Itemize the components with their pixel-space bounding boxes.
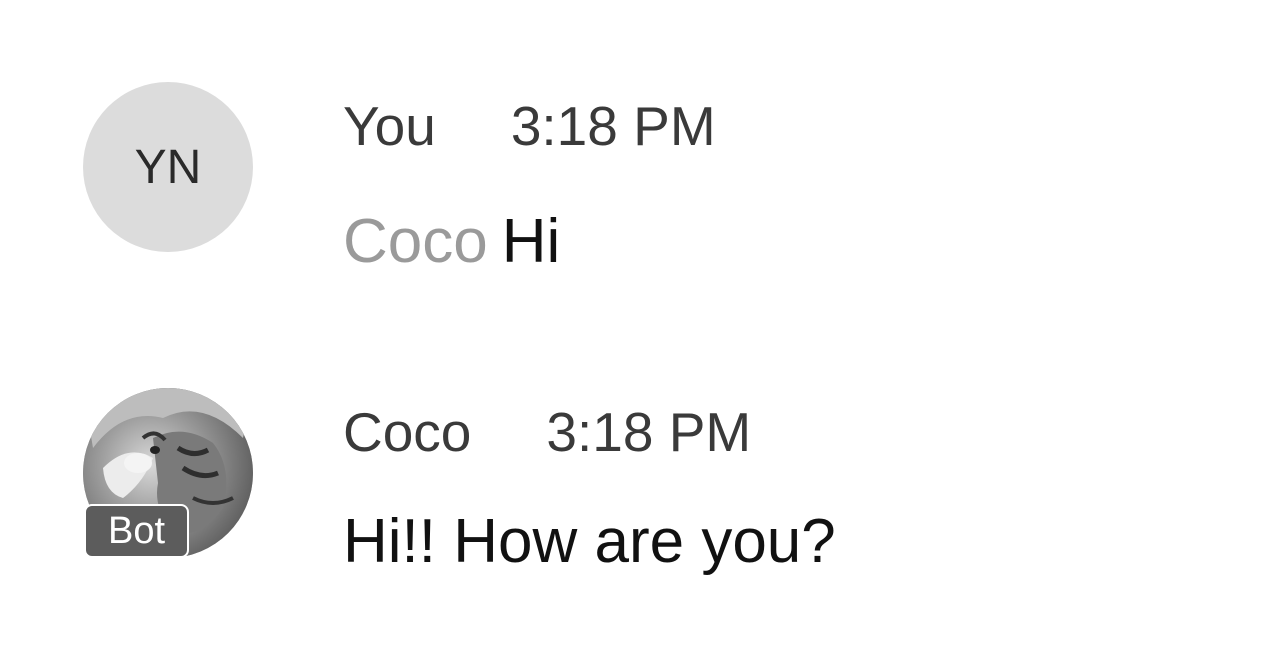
mention[interactable]: Coco: [343, 207, 488, 276]
avatar-initials: YN: [134, 140, 202, 194]
message-timestamp: 3:18 PM: [546, 401, 752, 463]
message-meta: Coco 3:18 PM: [343, 402, 751, 462]
message-text: Hi!! How are you?: [343, 507, 836, 576]
avatar[interactable]: YN: [83, 82, 253, 252]
message-text: Hi: [501, 207, 561, 276]
sender-name[interactable]: Coco: [343, 401, 471, 463]
message-timestamp: 3:18 PM: [510, 95, 716, 157]
sender-name[interactable]: You: [343, 95, 436, 157]
message-meta: You 3:18 PM: [343, 96, 716, 156]
bot-badge: Bot: [84, 504, 190, 558]
chat-transcript: YN You 3:18 PM Coco Hi Bot Coco 3:18 PM …: [0, 0, 1280, 669]
message-body: Coco Hi: [343, 208, 560, 276]
message-body: Hi!! How are you?: [343, 508, 836, 576]
